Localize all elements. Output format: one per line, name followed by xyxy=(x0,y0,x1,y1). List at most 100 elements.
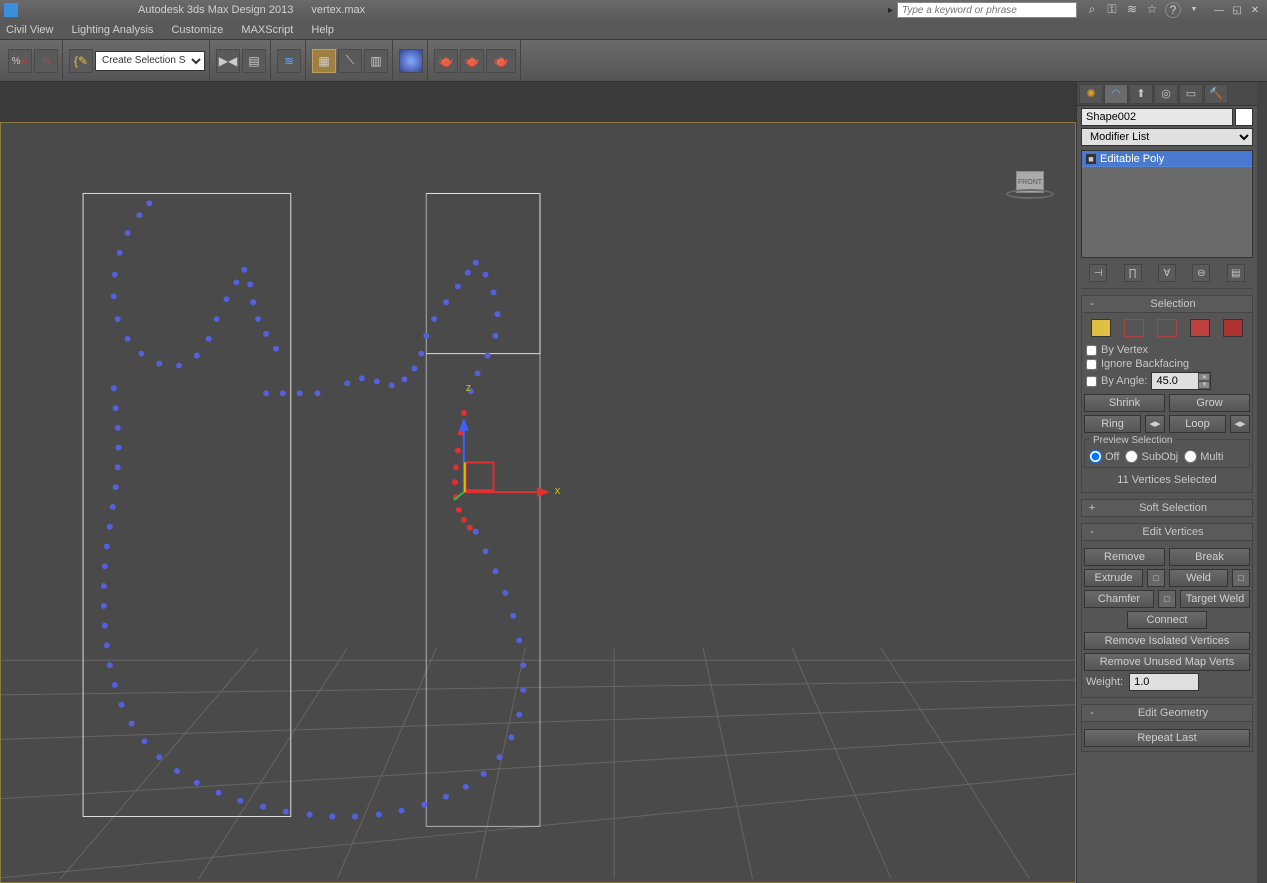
tab-display[interactable]: ▭ xyxy=(1179,84,1203,104)
mirror-button[interactable]: ▶◀ xyxy=(216,49,240,73)
key-icon[interactable]: ⚿ xyxy=(1105,2,1119,16)
angle-snap-button[interactable]: ∩ xyxy=(34,49,58,73)
layers-button[interactable]: ≋ xyxy=(277,49,301,73)
schematic-view-button[interactable]: ▥ xyxy=(364,49,388,73)
sun-icon: ✺ xyxy=(1086,87,1095,100)
restore-button[interactable]: ◱ xyxy=(1229,3,1245,17)
connect-button[interactable]: Connect xyxy=(1127,611,1207,629)
hierarchy-icon: ⬆ xyxy=(1136,87,1145,100)
tab-utilities[interactable]: 🔨 xyxy=(1204,84,1228,104)
subobj-element-button[interactable] xyxy=(1223,319,1243,337)
show-end-result-button[interactable]: ∏ xyxy=(1124,264,1142,282)
material-editor-button[interactable] xyxy=(399,49,423,73)
ignore-backfacing-checkbox[interactable] xyxy=(1086,359,1097,370)
grow-button[interactable]: Grow xyxy=(1169,394,1250,412)
weld-settings-button[interactable]: □ xyxy=(1232,569,1250,587)
tab-hierarchy[interactable]: ⬆ xyxy=(1129,84,1153,104)
render-frame-button[interactable]: 🫖 xyxy=(460,49,484,73)
tab-create[interactable]: ✺ xyxy=(1079,84,1103,104)
remove-modifier-button[interactable]: ⊖ xyxy=(1192,264,1210,282)
stack-item-editable-poly[interactable]: ■ Editable Poly xyxy=(1082,151,1252,167)
help-icon[interactable]: ? xyxy=(1165,2,1181,18)
configure-sets-button[interactable]: ▤ xyxy=(1227,264,1245,282)
target-weld-button[interactable]: Target Weld xyxy=(1180,590,1250,608)
subobj-edge-button[interactable] xyxy=(1124,319,1144,337)
menu-customize[interactable]: Customize xyxy=(171,24,223,36)
weld-button[interactable]: Weld xyxy=(1169,569,1228,587)
object-color-swatch[interactable] xyxy=(1235,108,1253,126)
signal-icon[interactable]: ≋ xyxy=(1125,2,1139,16)
modifier-list-dropdown[interactable]: Modifier List xyxy=(1081,128,1253,146)
spinner-up-icon[interactable]: ▲ xyxy=(1198,373,1210,381)
minus-icon: - xyxy=(1086,298,1098,310)
menu-maxscript[interactable]: MAXScript xyxy=(241,24,293,36)
remove-isolated-button[interactable]: Remove Isolated Vertices xyxy=(1084,632,1250,650)
pin-stack-button[interactable]: ⊣ xyxy=(1089,264,1107,282)
close-button[interactable]: ✕ xyxy=(1247,3,1263,17)
menu-bar: Civil View Lighting Analysis Customize M… xyxy=(0,20,1267,40)
preview-selection-label: Preview Selection xyxy=(1089,435,1176,446)
extrude-settings-button[interactable]: □ xyxy=(1147,569,1165,587)
binoculars-icon[interactable]: ⌕ xyxy=(1085,2,1099,16)
rollout-edit-geometry-title: Edit Geometry xyxy=(1098,707,1248,719)
rollout-edit-vertices-body: Remove Break Extrude □ Weld □ Chamfer □ … xyxy=(1081,541,1253,698)
view-cube-face[interactable]: FRONT xyxy=(1016,171,1044,193)
display-icon: ▭ xyxy=(1186,87,1196,100)
repeat-last-button[interactable]: Repeat Last xyxy=(1084,729,1250,747)
by-angle-spinner[interactable] xyxy=(1152,376,1198,387)
chamfer-settings-button[interactable]: □ xyxy=(1158,590,1176,608)
rollout-soft-selection-header[interactable]: + Soft Selection xyxy=(1081,499,1253,517)
named-sel-edit-button[interactable]: {✎ xyxy=(69,49,93,73)
subobj-vertex-button[interactable] xyxy=(1091,319,1111,337)
rollout-edit-geometry-header[interactable]: - Edit Geometry xyxy=(1081,704,1253,722)
preview-multi-radio[interactable] xyxy=(1184,450,1197,463)
view-cube[interactable]: FRONT xyxy=(1005,163,1055,213)
expand-icon[interactable]: ■ xyxy=(1086,154,1096,164)
by-vertex-checkbox[interactable] xyxy=(1086,345,1097,356)
menu-civil-view[interactable]: Civil View xyxy=(6,24,53,36)
break-button[interactable]: Break xyxy=(1169,548,1250,566)
shrink-button[interactable]: Shrink xyxy=(1084,394,1165,412)
star-icon[interactable]: ☆ xyxy=(1145,2,1159,16)
object-name-input[interactable] xyxy=(1081,108,1233,126)
curve-editor-button[interactable]: ⟍ xyxy=(338,49,362,73)
modifier-stack[interactable]: ■ Editable Poly xyxy=(1081,150,1253,258)
loop-button[interactable]: Loop xyxy=(1169,415,1226,433)
subobj-polygon-button[interactable] xyxy=(1190,319,1210,337)
minimize-button[interactable]: — xyxy=(1211,3,1227,17)
ring-spinner[interactable]: ◂▸ xyxy=(1145,415,1165,433)
spinner-down-icon[interactable]: ▼ xyxy=(1198,381,1210,389)
ring-button[interactable]: Ring xyxy=(1084,415,1141,433)
subobj-border-button[interactable] xyxy=(1157,319,1177,337)
named-selection-dropdown[interactable]: Create Selection Se xyxy=(95,51,205,71)
render-button[interactable]: 🫖 xyxy=(486,49,516,73)
tab-modify[interactable]: ◠ xyxy=(1104,84,1128,104)
panel-scrollbar[interactable] xyxy=(1257,82,1267,883)
search-input[interactable] xyxy=(897,2,1077,18)
preview-off-radio[interactable] xyxy=(1089,450,1102,463)
extrude-button[interactable]: Extrude xyxy=(1084,569,1143,587)
help-dropdown-icon[interactable]: ▼ xyxy=(1187,2,1201,16)
menu-help[interactable]: Help xyxy=(311,24,334,36)
render-setup-button[interactable]: 🫖 xyxy=(434,49,458,73)
viewport[interactable]: z x FRONT xyxy=(0,122,1076,883)
make-unique-button[interactable]: ∀ xyxy=(1158,264,1176,282)
svg-text:x: x xyxy=(555,485,561,497)
rollout-selection-header[interactable]: - Selection xyxy=(1081,295,1253,313)
preview-off-label: Off xyxy=(1105,451,1119,463)
by-angle-checkbox[interactable] xyxy=(1086,376,1097,387)
remove-button[interactable]: Remove xyxy=(1084,548,1165,566)
tab-motion[interactable]: ◎ xyxy=(1154,84,1178,104)
percent-snap-button[interactable]: %∩ xyxy=(8,49,32,73)
remove-unused-button[interactable]: Remove Unused Map Verts xyxy=(1084,653,1250,671)
preview-subobj-radio[interactable] xyxy=(1125,450,1138,463)
minus-icon: - xyxy=(1086,707,1098,719)
weight-spinner[interactable] xyxy=(1130,676,1257,688)
chamfer-button[interactable]: Chamfer xyxy=(1084,590,1154,608)
menu-lighting-analysis[interactable]: Lighting Analysis xyxy=(71,24,153,36)
graphite-ribbon-button[interactable]: ▦ xyxy=(312,49,336,73)
rollout-edit-vertices-header[interactable]: - Edit Vertices xyxy=(1081,523,1253,541)
loop-spinner[interactable]: ◂▸ xyxy=(1230,415,1250,433)
align-button[interactable]: ▤ xyxy=(242,49,266,73)
app-icon xyxy=(4,3,18,17)
